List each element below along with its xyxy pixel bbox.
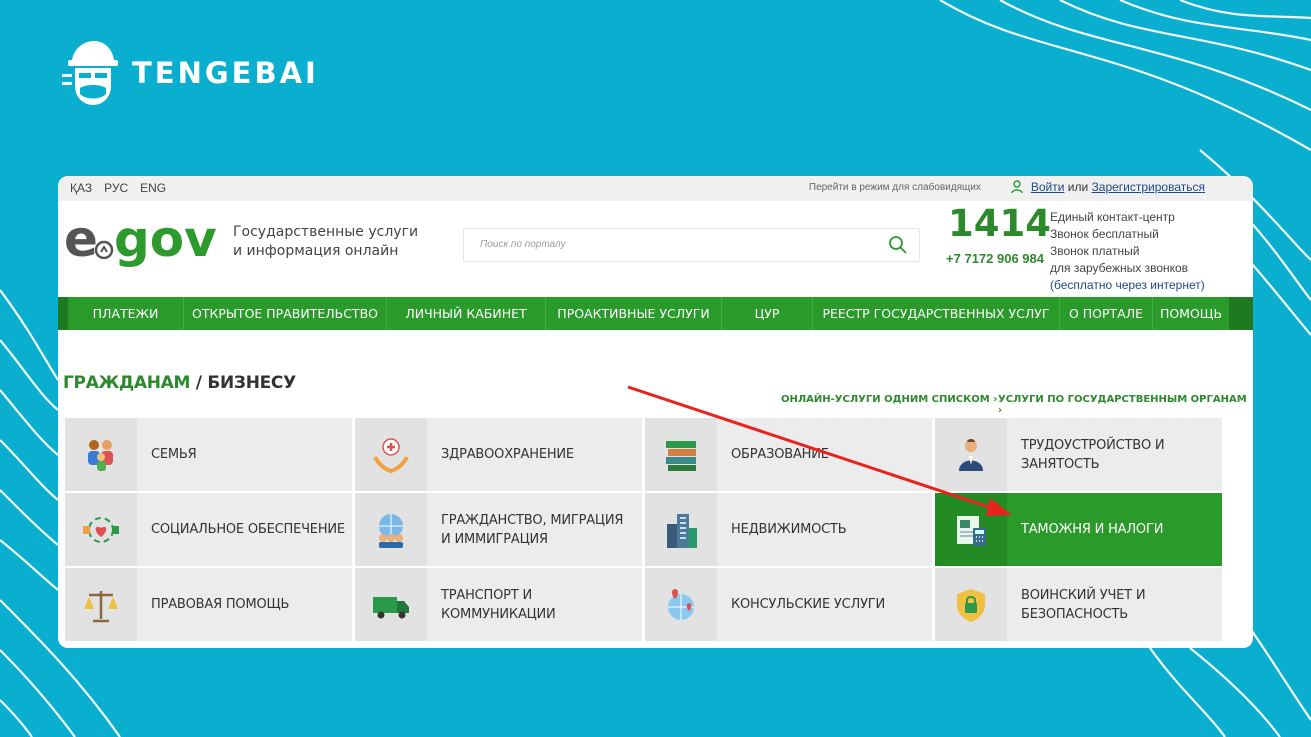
category-tile-transport[interactable]: ТРАНСПОРТ И КОММУНИКАЦИИ <box>355 568 642 641</box>
main-nav: ПЛАТЕЖИ ОТКРЫТОЕ ПРАВИТЕЛЬСТВО ЛИЧНЫЙ КА… <box>58 297 1253 330</box>
healthcare-icon <box>355 418 427 491</box>
contact-line: для зарубежных звонков <box>1050 261 1189 275</box>
nav-item-payments[interactable]: ПЛАТЕЖИ <box>68 297 184 330</box>
login-link[interactable]: Войти <box>1031 180 1065 194</box>
language-switcher: ҚАЗ РУС ENG <box>70 181 166 195</box>
social-heart-icon <box>65 493 137 566</box>
category-tile-family[interactable]: СЕМЬЯ <box>65 418 352 491</box>
nav-item-about[interactable]: О ПОРТАЛЕ <box>1060 297 1153 330</box>
user-icon <box>1011 180 1023 194</box>
category-tile-employment[interactable]: ТРУДОУСТРОЙСТВО И ЗАНЯТОСТЬ <box>935 418 1222 491</box>
tagline-line1: Государственные услуги <box>233 224 419 240</box>
category-label: ГРАЖДАНСТВО, МИГРАЦИЯ И ИММИГРАЦИЯ <box>441 512 624 547</box>
contact-center-number[interactable]: 1414 <box>948 202 1051 245</box>
online-services-list-link[interactable]: ОНЛАЙН-УСЛУГИ ОДНИМ СПИСКОМ › <box>781 394 997 405</box>
egov-screenshot-card: ҚАЗ РУС ENG Перейти в режим для слабовид… <box>58 176 1253 648</box>
category-label: ВОИНСКИЙ УЧЕТ И БЕЗОПАСНОСТЬ <box>1021 587 1146 622</box>
category-tile-social-security[interactable]: СОЦИАЛЬНОЕ ОБЕСПЕЧЕНИЕ <box>65 493 352 566</box>
worker-icon <box>935 418 1007 491</box>
brand-name: TENGEBAI <box>132 56 319 90</box>
brand: TENGEBAI <box>62 38 319 108</box>
category-label: НЕДВИЖИМОСТЬ <box>731 522 847 537</box>
category-tile-education[interactable]: ОБРАЗОВАНИЕ <box>645 418 932 491</box>
auth-or: или <box>1067 180 1089 194</box>
contact-line: Единый контакт-центр <box>1050 210 1175 224</box>
nav-item-proactive-services[interactable]: ПРОАКТИВНЫЕ УСЛУГИ <box>546 297 722 330</box>
lang-kaz[interactable]: ҚАЗ <box>70 181 92 195</box>
search-icon[interactable] <box>888 235 907 254</box>
buildings-icon <box>645 493 717 566</box>
category-label: КОНСУЛЬСКИЕ УСЛУГИ <box>731 597 886 612</box>
family-icon <box>65 418 137 491</box>
title-separator: / <box>190 373 208 393</box>
contact-info: Единый контакт-центр Звонок бесплатный З… <box>1050 209 1205 294</box>
tab-citizens[interactable]: ГРАЖДАНАМ <box>63 373 190 393</box>
category-tile-real-estate[interactable]: НЕДВИЖИМОСТЬ <box>645 493 932 566</box>
register-link[interactable]: Зарегистрироваться <box>1092 180 1205 194</box>
nav-edge <box>1229 297 1253 330</box>
shield-lock-icon <box>935 568 1007 641</box>
truck-icon <box>355 568 427 641</box>
lang-rus[interactable]: РУС <box>104 181 128 195</box>
international-phone[interactable]: +7 7172 906 984 <box>932 251 1044 266</box>
customs-calculator-icon <box>935 493 1007 566</box>
scales-icon <box>65 568 137 641</box>
nav-item-help[interactable]: ПОМОЩЬ <box>1153 297 1229 330</box>
category-tile-customs-taxes[interactable]: ТАМОЖНЯ И НАЛОГИ <box>935 493 1222 566</box>
search-box <box>463 228 920 262</box>
search-input[interactable] <box>464 229 880 259</box>
contact-line: (бесплатно через интернет) <box>1050 278 1205 292</box>
contact-line: Звонок платный <box>1050 244 1140 258</box>
tagline-line2: и информация онлайн <box>233 243 399 259</box>
lang-eng[interactable]: ENG <box>140 181 166 195</box>
category-label: ТРАНСПОРТ И КОММУНИКАЦИИ <box>441 587 556 622</box>
auth-links: Войти или Зарегистрироваться <box>1031 180 1205 194</box>
tagline: Государственные услуги и информация онла… <box>233 223 418 261</box>
nav-item-sdg[interactable]: ЦУР <box>722 297 813 330</box>
category-tile-legal-aid[interactable]: ПРАВОВАЯ ПОМОЩЬ <box>65 568 352 641</box>
category-label: ОБРАЗОВАНИЕ <box>731 447 829 462</box>
svg-text:gov: gov <box>114 210 217 268</box>
nav-item-services-registry[interactable]: РЕЕСТР ГОСУДАРСТВЕННЫХ УСЛУГ <box>813 297 1060 330</box>
category-label: ТАМОЖНЯ И НАЛОГИ <box>1021 522 1164 537</box>
top-bar: ҚАЗ РУС ENG Перейти в режим для слабовид… <box>58 176 1253 201</box>
category-label: СЕМЬЯ <box>151 447 197 462</box>
services-by-agency-link[interactable]: УСЛУГИ ПО ГОСУДАРСТВЕННЫМ ОРГАНАМ › <box>998 394 1253 416</box>
category-label: СОЦИАЛЬНОЕ ОБЕСПЕЧЕНИЕ <box>151 522 345 537</box>
nav-item-personal-cabinet[interactable]: ЛИЧНЫЙ КАБИНЕТ <box>387 297 546 330</box>
category-tile-consular[interactable]: КОНСУЛЬСКИЕ УСЛУГИ <box>645 568 932 641</box>
books-icon <box>645 418 717 491</box>
nav-item-open-government[interactable]: ОТКРЫТОЕ ПРАВИТЕЛЬСТВО <box>184 297 387 330</box>
category-tile-healthcare[interactable]: ЗДРАВООХРАНЕНИЕ <box>355 418 642 491</box>
category-tile-citizenship-migration[interactable]: ГРАЖДАНСТВО, МИГРАЦИЯ И ИММИГРАЦИЯ <box>355 493 642 566</box>
topbar-right: Перейти в режим для слабовидящих Войти и… <box>809 180 1205 194</box>
svg-text:e: e <box>64 210 98 268</box>
category-tile-military-security[interactable]: ВОИНСКИЙ УЧЕТ И БЕЗОПАСНОСТЬ <box>935 568 1222 641</box>
egov-logo-icon[interactable]: e gov <box>64 210 219 270</box>
category-grid: СЕМЬЯ ЗДРАВООХРАНЕНИЕ ОБРАЗОВАНИЕ ТРУДОУ… <box>65 418 1225 642</box>
category-label: ЗДРАВООХРАНЕНИЕ <box>441 447 574 462</box>
low-vision-link[interactable]: Перейти в режим для слабовидящих <box>809 182 981 193</box>
contact-line: Звонок бесплатный <box>1050 227 1159 241</box>
category-label: ТРУДОУСТРОЙСТВО И ЗАНЯТОСТЬ <box>1021 437 1165 472</box>
tab-business[interactable]: БИЗНЕСУ <box>207 373 296 393</box>
nav-edge <box>58 297 68 330</box>
category-label: ПРАВОВАЯ ПОМОЩЬ <box>151 597 290 612</box>
section-title: ГРАЖДАНАМ / БИЗНЕСУ <box>63 373 296 393</box>
tengebai-logo-icon <box>62 41 118 105</box>
globe-people-icon <box>355 493 427 566</box>
globe-pin-icon <box>645 568 717 641</box>
